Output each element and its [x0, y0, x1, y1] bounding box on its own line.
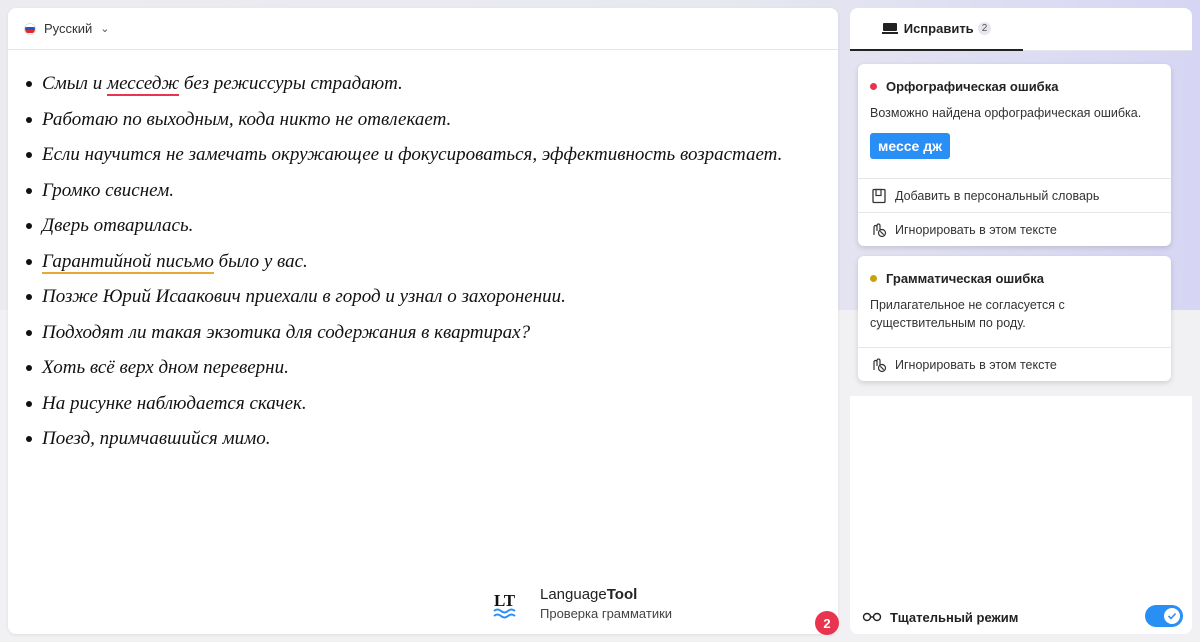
brand-name: LanguageTool	[540, 586, 638, 603]
language-selector[interactable]: Русский ⌄	[8, 8, 838, 50]
spelling-error-highlight[interactable]: месседж	[106, 73, 180, 96]
card-title: Орфографическая ошибка	[858, 64, 1171, 94]
keyboard-icon	[881, 23, 898, 34]
sentence: Работаю по выходным, кода никто не отвле…	[26, 108, 838, 144]
ignore-in-text-button[interactable]: Игнорировать в этом тексте	[858, 212, 1171, 246]
sentence: Хоть всё верх дном переверни.	[26, 356, 838, 392]
error-count-badge[interactable]: 2	[815, 611, 839, 635]
dictionary-icon	[872, 188, 886, 203]
suggestion-button[interactable]: мессе дж	[870, 133, 951, 159]
card-description: Прилагательное не согласуется с существи…	[870, 298, 1065, 330]
card-description: Возможно найдена орфографическая ошибка.	[870, 106, 1142, 120]
add-to-dictionary-button[interactable]: Добавить в персональный словарь	[858, 178, 1171, 212]
thorough-mode-row: Тщательный режим	[850, 604, 1192, 630]
text-editor: Русский ⌄ Смыл и месседж без режиссуры с…	[8, 8, 839, 635]
ignore-icon	[873, 357, 887, 372]
spelling-error-card[interactable]: Орфографическая ошибка Возможно найдена …	[858, 64, 1171, 246]
sentence: Если научится не замечать окружающее и ф…	[26, 143, 838, 179]
sentence: Смыл и месседж без режиссуры страдают.	[26, 72, 838, 108]
brand-subtitle: Проверка грамматики	[540, 606, 673, 621]
toggle-knob	[1164, 608, 1180, 624]
ignore-in-text-button[interactable]: Игнорировать в этом тексте	[858, 347, 1171, 381]
tab-count-badge: 2	[977, 22, 992, 35]
sidebar: Исправить 2 Орфографическая ошибка Возмо…	[850, 8, 1192, 634]
sidebar-tabs: Исправить 2	[850, 8, 1192, 51]
error-dot-icon	[870, 83, 877, 90]
sentence: Гарантийной письмо было у вас.	[26, 250, 838, 286]
tab-fix[interactable]: Исправить 2	[850, 8, 1023, 51]
tab-label: Исправить	[903, 21, 974, 36]
sentence: Подходят ли такая экзотика для содержани…	[26, 321, 838, 357]
glasses-icon	[862, 612, 882, 622]
checkmark-icon	[1167, 612, 1177, 620]
grammar-error-highlight[interactable]: Гарантийной письмо	[42, 250, 214, 274]
languagetool-brand: LT LanguageTool Проверка грамматики	[492, 586, 672, 621]
svg-text:LT: LT	[494, 591, 516, 610]
sentence: Громко свиснем.	[26, 179, 838, 215]
chevron-down-icon: ⌄	[100, 23, 110, 35]
grammar-error-card[interactable]: Грамматическая ошибка Прилагательное не …	[858, 256, 1171, 381]
error-dot-icon	[870, 275, 877, 282]
ignore-icon	[873, 222, 887, 237]
sentence: Поезд, примчавшийся мимо.	[26, 427, 838, 463]
sentence: Дверь отварилась.	[26, 214, 838, 250]
thorough-mode-label: Тщательный режим	[890, 609, 1019, 625]
russia-flag-icon	[24, 22, 36, 35]
card-title: Грамматическая ошибка	[858, 256, 1171, 286]
text-content[interactable]: Смыл и месседж без режиссуры страдают. Р…	[8, 50, 838, 463]
language-label: Русский	[44, 21, 93, 36]
languagetool-logo-icon: LT	[493, 591, 516, 618]
sentence: Позже Юрий Исаакович приехали в город и …	[26, 285, 838, 321]
thorough-mode-toggle[interactable]	[1145, 605, 1183, 627]
sidebar-panel	[850, 396, 1192, 634]
sentence: На рисунке наблюдается скачек.	[26, 392, 838, 428]
